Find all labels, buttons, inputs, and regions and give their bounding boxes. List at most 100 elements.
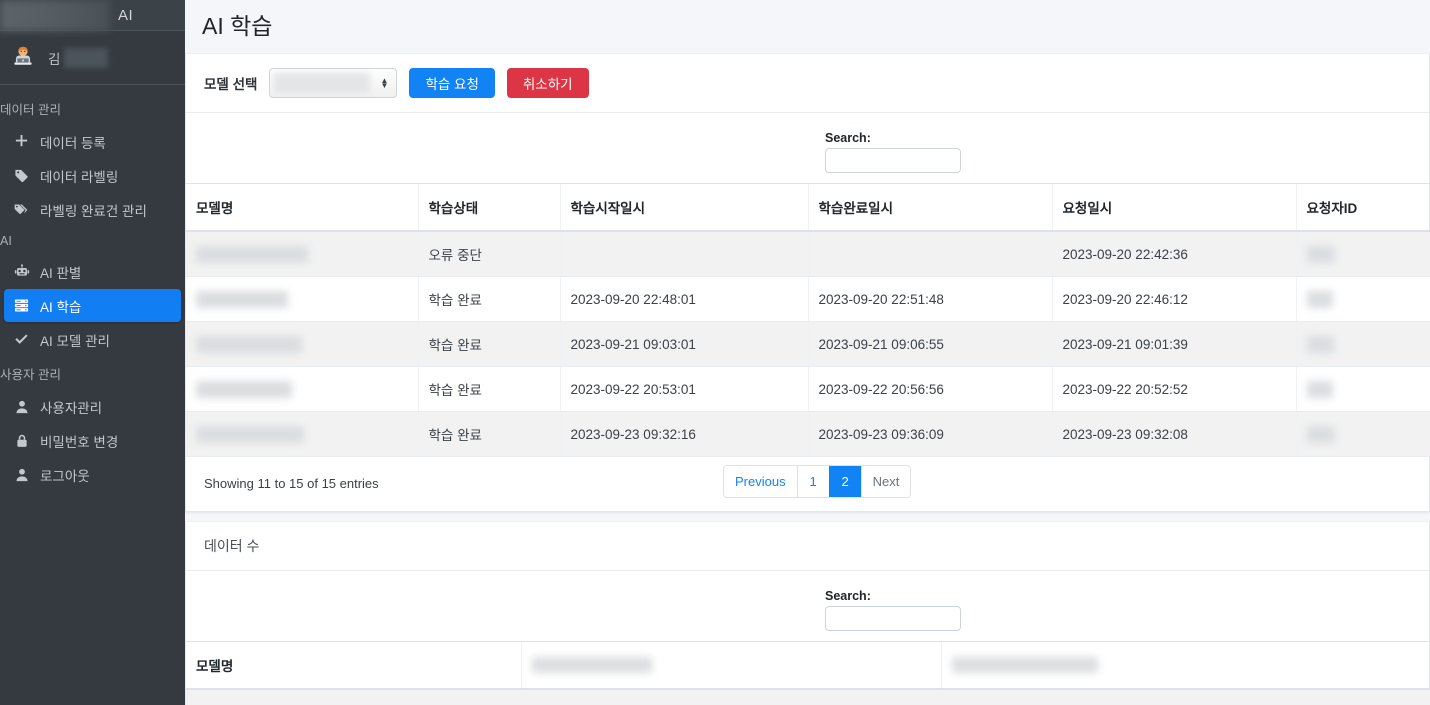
search-label: Search: xyxy=(825,131,871,145)
brand-header[interactable]: AI xyxy=(0,0,185,31)
training-card: 모델 선택 ▲ ▼ 학습 요청 취소하기 Search: 모델명 학습상태 학습… xyxy=(185,54,1430,512)
sidebar-item-label: AI 판별 xyxy=(40,265,82,281)
sidebar-item-label: 데이터 등록 xyxy=(40,135,106,151)
model-select-dropdown[interactable]: ▲ ▼ xyxy=(269,68,398,98)
cell-requested: 2023-09-23 09:32:08 xyxy=(1051,411,1296,457)
col-redacted-1[interactable] xyxy=(520,641,941,690)
sidebar-item-ai-model-manage[interactable]: AI 모델 관리 xyxy=(4,323,181,356)
col-request-time[interactable]: 요청일시 xyxy=(1051,183,1296,232)
cell-model-name xyxy=(186,411,418,457)
check-icon xyxy=(12,330,31,349)
cell-end: 2023-09-23 09:36:09 xyxy=(807,411,1052,457)
sidebar-item-ai-detect[interactable]: AI 판별 xyxy=(4,255,181,288)
cell-requester xyxy=(1295,231,1430,277)
sidebar-item-ai-training[interactable]: AI 학습 xyxy=(4,289,181,322)
cell-model-name xyxy=(186,276,418,322)
page-previous[interactable]: Previous xyxy=(724,466,797,497)
tags-icon xyxy=(12,200,31,219)
sidebar-item-label: 비밀번호 변경 xyxy=(40,434,119,450)
data-count-table-wrap: Search: 모델명 xyxy=(186,571,1430,705)
sidebar-item-labeling-done[interactable]: 라벨링 완료건 관리 xyxy=(4,193,181,226)
app-root: AI 김 데이터 관리 데이터 등록 데이터 라벨링 라벨링 완료건 관리 AI… xyxy=(0,0,1430,705)
sidebar: AI 김 데이터 관리 데이터 등록 데이터 라벨링 라벨링 완료건 관리 AI… xyxy=(0,0,185,705)
pagination: Previous 1 2 Next xyxy=(723,465,912,498)
sidebar-item-change-password[interactable]: 비밀번호 변경 xyxy=(4,424,181,457)
user-icon xyxy=(12,465,31,484)
sidebar-item-label: AI 학습 xyxy=(40,299,82,315)
sidebar-item-label: 데이터 라벨링 xyxy=(40,169,119,185)
search-label: Search: xyxy=(825,589,871,603)
training-table-footer: Showing 11 to 15 of 15 entries Previous … xyxy=(186,457,1429,511)
search-input[interactable] xyxy=(825,148,961,173)
sidebar-item-label: AI 모델 관리 xyxy=(40,333,110,349)
table-row[interactable]: 학습 완료 2023-09-23 09:32:16 2023-09-23 09:… xyxy=(186,411,1430,457)
train-request-button[interactable]: 학습 요청 xyxy=(409,68,495,98)
model-select-value-redacted xyxy=(274,73,371,93)
table-row[interactable]: 오류 중단 2023-09-20 22:42:36 xyxy=(186,231,1430,277)
col-redacted-2[interactable] xyxy=(940,641,1430,690)
training-search-box: Search: xyxy=(825,131,961,173)
page-2[interactable]: 2 xyxy=(828,466,861,497)
user-laptop-avatar-icon xyxy=(10,45,36,71)
nav-section-header-ai: AI xyxy=(0,234,12,248)
nav-section-header-data: 데이터 관리 xyxy=(0,103,61,117)
training-search-row: Search: xyxy=(186,125,1429,183)
sidebar-item-logout[interactable]: 로그아웃 xyxy=(4,458,181,491)
cancel-button[interactable]: 취소하기 xyxy=(506,68,589,98)
cell-status: 학습 완료 xyxy=(417,321,560,367)
col-status[interactable]: 학습상태 xyxy=(417,183,560,232)
cell-status: 학습 완료 xyxy=(417,411,560,457)
cell-requested: 2023-09-20 22:42:36 xyxy=(1051,231,1296,277)
col-start-time[interactable]: 학습시작일시 xyxy=(559,183,808,232)
model-select-label: 모델 선택 xyxy=(204,77,258,92)
sidebar-item-data-register[interactable]: 데이터 등록 xyxy=(4,125,181,158)
training-toolbar: 모델 선택 ▲ ▼ 학습 요청 취소하기 xyxy=(186,54,1429,113)
cell-start: 2023-09-21 09:03:01 xyxy=(559,321,808,367)
user-name: 김 xyxy=(48,47,109,68)
sidebar-nav: 데이터 관리 데이터 등록 데이터 라벨링 라벨링 완료건 관리 AI AI 판… xyxy=(0,85,185,491)
brand-logo-redacted xyxy=(0,0,110,31)
cell-start: 2023-09-22 20:53:01 xyxy=(559,366,808,412)
cell-count-1: 57 xyxy=(520,689,941,705)
training-table: 모델명 학습상태 학습시작일시 학습완료일시 요청일시 요청자ID 오류 중단 xyxy=(186,183,1430,457)
nav-section-header-user: 사용자 관리 xyxy=(0,368,61,382)
cell-count-2: 0 xyxy=(940,689,1430,705)
page-title: AI 학습 xyxy=(202,13,273,39)
page-next[interactable]: Next xyxy=(860,466,911,497)
cell-end: 2023-09-22 20:56:56 xyxy=(807,366,1052,412)
table-header-row: 모델명 xyxy=(186,641,1430,690)
cell-status: 학습 완료 xyxy=(417,276,560,322)
user-icon xyxy=(12,397,31,416)
col-model-name[interactable]: 모델명 xyxy=(186,183,418,232)
cell-start: 2023-09-23 09:32:16 xyxy=(559,411,808,457)
cell-start: 2023-09-20 22:48:01 xyxy=(559,276,808,322)
cell-requester xyxy=(1295,276,1430,322)
cell-end: 2023-09-20 22:51:48 xyxy=(807,276,1052,322)
cell-status: 오류 중단 xyxy=(417,231,560,277)
sidebar-item-user-manage[interactable]: 사용자관리 xyxy=(4,390,181,423)
table-row[interactable]: 학습 완료 2023-09-22 20:53:01 2023-09-22 20:… xyxy=(186,366,1430,412)
table-row[interactable]: 학습 완료 2023-09-20 22:48:01 2023-09-20 22:… xyxy=(186,276,1430,322)
sidebar-item-data-labeling[interactable]: 데이터 라벨링 xyxy=(4,159,181,192)
main-content: AI 학습 모델 선택 ▲ ▼ 학습 요청 취소하기 Search: 모델명 학… xyxy=(185,0,1430,705)
col-model-name[interactable]: 모델명 xyxy=(186,641,521,690)
cell-requested: 2023-09-22 20:52:52 xyxy=(1051,366,1296,412)
entries-info: Showing 11 to 15 of 15 entries xyxy=(204,475,379,491)
brand-text: AI xyxy=(118,6,134,24)
page-1[interactable]: 1 xyxy=(796,466,829,497)
select-updown-icon: ▲ ▼ xyxy=(380,76,389,90)
cell-model-name xyxy=(186,231,418,277)
cell-model-name xyxy=(186,366,418,412)
data-count-search-box: Search: xyxy=(825,589,961,631)
table-row[interactable]: 학습 완료 2023-09-21 09:03:01 2023-09-21 09:… xyxy=(186,321,1430,367)
col-end-time[interactable]: 학습완료일시 xyxy=(807,183,1052,232)
search-input[interactable] xyxy=(825,606,961,631)
user-panel[interactable]: 김 xyxy=(0,31,185,85)
cell-requested: 2023-09-20 22:46:12 xyxy=(1051,276,1296,322)
training-table-wrap: Search: 모델명 학습상태 학습시작일시 학습완료일시 요청일시 요청자I… xyxy=(186,113,1430,511)
col-requester-id[interactable]: 요청자ID xyxy=(1295,183,1430,232)
cell-end: 2023-09-21 09:06:55 xyxy=(807,321,1052,367)
cell-requested: 2023-09-21 09:01:39 xyxy=(1051,321,1296,367)
table-row[interactable]: 성인물 영역 추출 57 0 xyxy=(186,689,1430,705)
tag-icon xyxy=(12,166,31,185)
